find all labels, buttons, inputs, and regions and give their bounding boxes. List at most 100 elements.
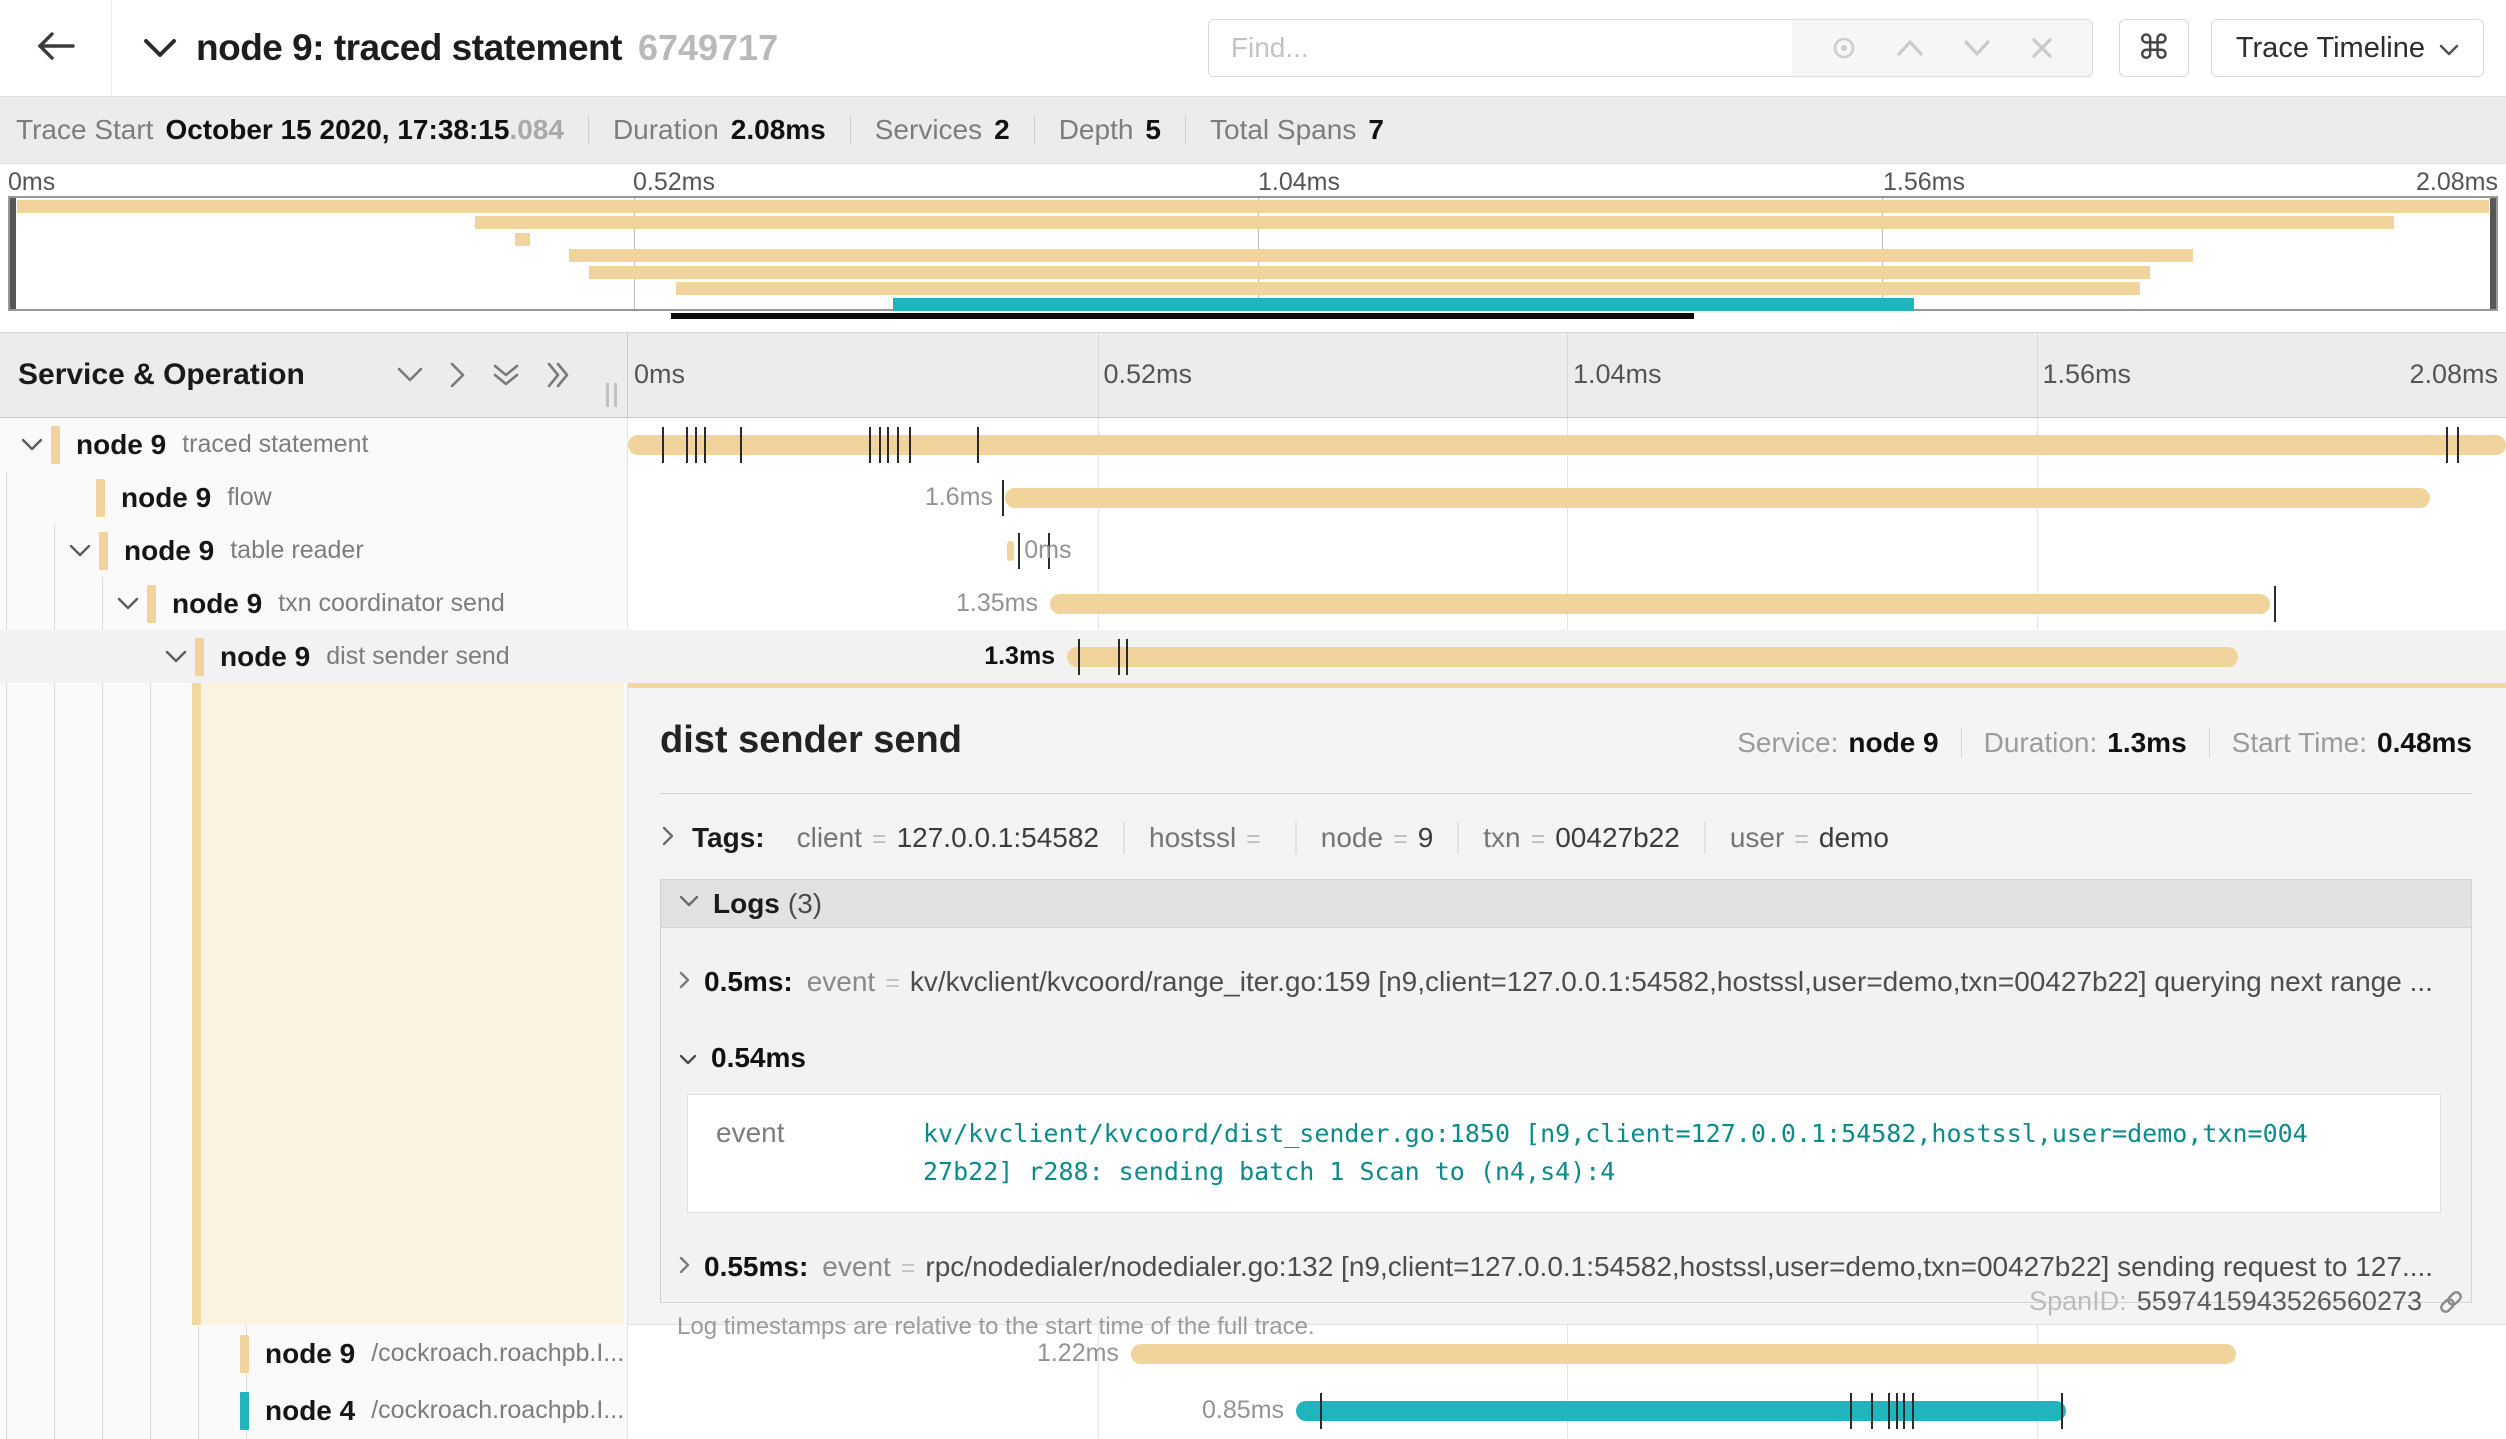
span-name-cell[interactable]: node 9 flow — [0, 471, 628, 524]
span-duration-bar[interactable] — [1050, 594, 2270, 614]
tag-pill: user=demo — [1706, 822, 1913, 854]
operation-name: txn coordinator send — [278, 589, 505, 618]
span-id-value: 5597415943526560273 — [2137, 1286, 2422, 1317]
service-name: node 9 — [220, 641, 310, 673]
minimap-span-bar — [676, 282, 2140, 295]
log-marker-tick — [1126, 639, 1128, 675]
trace-collapse-icon[interactable] — [142, 36, 178, 60]
span-name-cell[interactable]: node 9dist sender send — [0, 630, 628, 683]
trace-view-dropdown[interactable]: Trace Timeline — [2211, 19, 2484, 77]
tag-pill: txn=00427b22 — [1459, 822, 1706, 854]
collapse-one-icon[interactable] — [395, 364, 425, 386]
column-resizer-handle[interactable] — [606, 383, 617, 407]
clear-search-icon[interactable] — [2029, 35, 2055, 61]
span-id-row: SpanID: 5597415943526560273 — [2029, 1286, 2466, 1317]
minimap-left-handle[interactable] — [10, 198, 16, 309]
timeline-grid-header: Service & Operation 0ms — [0, 332, 2506, 418]
summary-duration: Duration 2.08ms — [589, 114, 850, 146]
log-field-value: kv/kvclient/kvcoord/dist_sender.go:1850 … — [923, 1095, 2333, 1212]
log-marker-tick — [1018, 533, 1020, 569]
service-operation-title: Service & Operation — [18, 358, 305, 392]
log-marker-tick — [879, 427, 881, 463]
collapse-all-icon[interactable] — [491, 360, 521, 390]
span-duration-bar[interactable] — [1067, 647, 2238, 667]
service-name: node 9 — [121, 482, 211, 514]
log-marker-tick — [1850, 1393, 1852, 1429]
span-row[interactable]: node 9dist sender send1.3ms — [0, 630, 2506, 683]
log-entry[interactable]: 0.5ms: event = kv/kvclient/kvcoord/range… — [677, 966, 2451, 998]
span-duration-bar[interactable] — [1005, 488, 2430, 508]
log-timestamp: 0.54ms — [711, 1042, 806, 1074]
minimap-span-bar — [515, 233, 530, 246]
span-name-cell[interactable]: node 9 table reader — [0, 524, 628, 577]
minimap-span-bar — [475, 216, 2394, 229]
trace-timeline-page: node 9: traced statement 6749717 — [0, 0, 2506, 1439]
span-timeline-cell: 0.85ms — [628, 1382, 2506, 1439]
page-title: node 9: traced statement — [196, 27, 622, 69]
span-duration-bar[interactable] — [1296, 1401, 2066, 1421]
service-color-chip — [195, 638, 204, 676]
chevron-down-icon — [677, 1042, 699, 1074]
span-timeline-cell — [628, 418, 2506, 471]
log-marker-tick — [2457, 427, 2459, 463]
operation-name: table reader — [230, 536, 363, 565]
span-row[interactable]: node 9txn coordinator send 1.35ms — [0, 577, 2506, 630]
span-timeline-cell: 1.6ms — [628, 471, 2506, 524]
span-row[interactable]: node 9table reader0ms — [0, 524, 2506, 577]
log-entry-expanded-header[interactable]: 0.54ms — [677, 1042, 2451, 1074]
find-tools — [1792, 20, 2092, 76]
find-box — [1208, 19, 2093, 77]
minimap-tick-labels: 0ms 0.52ms 1.04ms 1.56ms 2.08ms — [8, 168, 2498, 194]
service-color-chip — [96, 479, 105, 517]
span-name-cell[interactable]: node 9txn coordinator send — [0, 577, 628, 630]
span-detail-title: dist sender send — [660, 719, 962, 762]
log-marker-tick — [909, 427, 911, 463]
expander-chevron-icon[interactable] — [116, 595, 140, 612]
find-input[interactable] — [1209, 20, 1792, 76]
expander-chevron-icon[interactable] — [164, 648, 188, 665]
expander-chevron-icon[interactable] — [20, 436, 44, 453]
span-timeline-cell: 1.3ms — [628, 630, 2506, 683]
span-duration-bar[interactable] — [1007, 541, 1015, 561]
span-name-cell[interactable]: node 9traced statement — [0, 418, 628, 471]
top-bar: node 9: traced statement 6749717 — [0, 0, 2506, 97]
tag-pill: hostssl= — [1125, 822, 1297, 854]
span-duration-label: 1.35ms — [956, 577, 1050, 630]
minimap-right-handle[interactable] — [2490, 198, 2496, 309]
focus-match-icon[interactable] — [1829, 33, 1859, 63]
span-duration-bar[interactable] — [1131, 1344, 2236, 1364]
detail-content: dist sender send Service:node 9 Duration… — [648, 683, 2472, 1325]
logs-header[interactable]: Logs (3) — [661, 880, 2471, 928]
log-marker-tick — [977, 427, 979, 463]
tag-pill: node=9 — [1297, 822, 1459, 854]
span-row[interactable]: node 4/cockroach.roachpb.I...0.85ms — [0, 1382, 2506, 1439]
span-row[interactable]: node 9traced statement — [0, 418, 2506, 471]
back-button[interactable] — [0, 0, 112, 96]
prev-match-icon[interactable] — [1895, 37, 1925, 59]
detail-name-column[interactable] — [192, 683, 624, 1325]
trace-minimap[interactable] — [8, 196, 2498, 311]
trace-id: 6749717 — [638, 27, 778, 69]
service-name: node 9 — [124, 535, 214, 567]
expand-one-icon[interactable] — [447, 360, 469, 390]
operation-name: /cockroach.roachpb.I... — [371, 1396, 624, 1425]
deep-link-icon[interactable] — [2436, 1287, 2466, 1317]
service-color-chip — [240, 1335, 249, 1373]
service-name: node 9 — [76, 429, 166, 461]
operation-name: flow — [227, 483, 271, 512]
keyboard-shortcuts-button[interactable]: ⌘ — [2119, 19, 2189, 77]
chevron-right-icon — [677, 966, 692, 998]
summary-depth: Depth 5 — [1035, 114, 1185, 146]
span-row[interactable]: node 9 flow 1.6ms — [0, 471, 2506, 524]
expand-all-icon[interactable] — [543, 360, 573, 390]
span-detail-meta: Service:node 9 Duration:1.3ms Start Time… — [1737, 727, 2472, 759]
log-entry[interactable]: 0.55ms: event = rpc/nodedialer/nodediale… — [677, 1251, 2451, 1283]
minimap-scrub-indicator[interactable] — [671, 313, 1694, 319]
summary-services: Services 2 — [851, 114, 1034, 146]
span-name-cell[interactable]: node 4/cockroach.roachpb.I... — [0, 1382, 628, 1439]
log-timestamp: 0.55ms: — [704, 1251, 808, 1283]
next-match-icon[interactable] — [1962, 37, 1992, 59]
tags-row[interactable]: Tags: client=127.0.0.1:54582hostssl=node… — [660, 815, 1913, 861]
expander-chevron-icon[interactable] — [68, 542, 92, 559]
span-name-cell[interactable]: node 9/cockroach.roachpb.I... — [0, 1325, 628, 1382]
